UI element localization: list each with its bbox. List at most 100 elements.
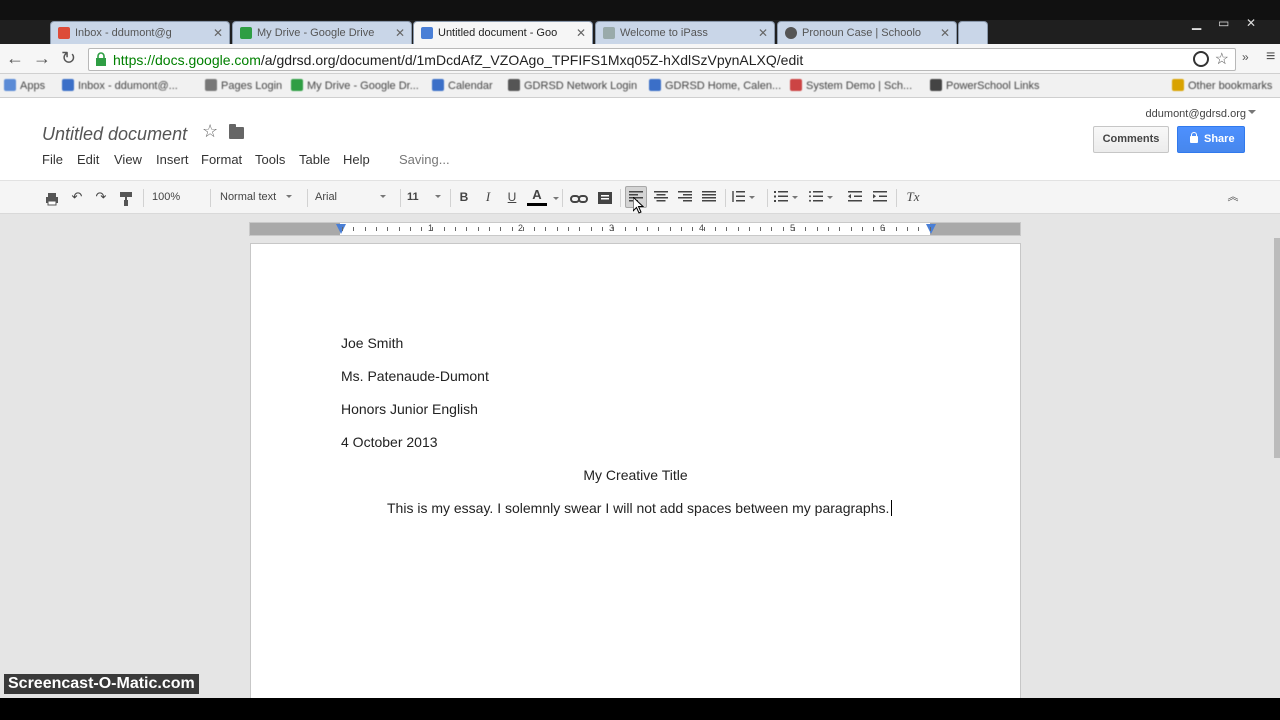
bookmark-item[interactable]: Inbox - ddumont@... [62,79,178,92]
maximize-icon[interactable]: ▭ [1218,16,1229,30]
ruler-tick [681,227,682,231]
menu-icon[interactable]: ≡ [1266,48,1275,66]
close-icon[interactable]: ✕ [213,26,223,40]
menu-insert[interactable]: Insert [156,152,189,167]
reload-icon[interactable]: ↻ [61,48,76,69]
tab-pronoun-case[interactable]: Pronoun Case | Schoolo ✕ [777,21,957,44]
bookmark-item[interactable]: GDRSD Home, Calen... [649,79,781,92]
address-bar[interactable]: https://docs.google.com/a/gdrsd.org/docu… [88,48,1236,71]
bookmark-item[interactable]: System Demo | Sch... [790,79,912,92]
ruler-tick [511,227,513,231]
link-icon[interactable] [570,189,588,209]
screen: Inbox - ddumont@g ✕ My Drive - Google Dr… [0,0,1280,720]
italic-button[interactable]: I [480,187,496,207]
ruler-tick [839,227,841,231]
line-spacing-button[interactable] [731,187,763,207]
menu-edit[interactable]: Edit [77,152,99,167]
align-right-button[interactable] [676,187,694,207]
align-center-button[interactable] [652,187,670,207]
account-email[interactable]: ddumont@gdrsd.org [1146,108,1246,120]
tab-inbox[interactable]: Inbox - ddumont@g ✕ [50,21,230,44]
forward-arrow-icon[interactable]: → [33,48,51,69]
bold-button[interactable]: B [456,187,472,207]
heading-teacher-name[interactable]: Ms. Patenaude-Dumont [341,368,489,384]
vertical-scrollbar[interactable] [1274,238,1280,458]
numbered-list-icon [774,191,788,202]
text-color-button[interactable]: A [529,185,545,205]
share-button[interactable]: Share [1177,126,1245,153]
close-icon[interactable]: ✕ [576,26,586,40]
essay-title[interactable]: My Creative Title [251,467,1020,483]
back-arrow-icon[interactable]: ← [6,48,24,69]
redo-icon[interactable]: ↷ [92,187,110,207]
folder-icon [1172,79,1184,91]
ruler-tick [658,227,660,231]
document-title[interactable]: Untitled document [42,124,187,145]
essay-body[interactable]: This is my essay. I solemnly swear I wil… [387,500,893,516]
tab-label: Welcome to iPass [620,27,708,39]
new-tab-button[interactable] [958,21,988,44]
bookmark-item[interactable]: PowerSchool Links [930,79,1040,92]
menu-format[interactable]: Format [201,152,242,167]
gmail-icon [62,79,74,91]
close-icon[interactable]: ✕ [758,26,768,40]
folder-icon[interactable] [229,124,244,139]
ruler[interactable]: 1 2 3 4 5 6 [249,222,1021,236]
decrease-indent-button[interactable] [846,187,864,207]
extension-icon[interactable] [1193,51,1209,67]
chevron-down-icon [749,196,755,199]
bookmark-item[interactable]: Apps [4,79,45,92]
close-window-icon[interactable]: ✕ [1246,16,1256,30]
close-icon[interactable]: ✕ [395,26,405,40]
comment-icon[interactable] [597,189,613,209]
heading-student-name[interactable]: Joe Smith [341,335,403,351]
url-host: https://docs.google.com [113,52,261,68]
underline-button[interactable]: U [504,187,520,207]
zoom-select[interactable]: 100% [152,187,204,218]
collapse-chevron-icon[interactable]: ︽ [1224,187,1242,207]
mouse-pointer-icon [633,197,644,214]
menu-table[interactable]: Table [299,152,330,167]
apps-icon [4,79,16,91]
justify-button[interactable] [700,187,718,207]
chevron-down-icon[interactable] [1248,110,1256,114]
network-icon [508,79,520,91]
ruler-right-margin [930,223,1020,235]
tab-label: Inbox - ddumont@g [75,27,172,39]
heading-date[interactable]: 4 October 2013 [341,434,438,450]
tab-ipass[interactable]: Welcome to iPass ✕ [595,21,775,44]
heading-course[interactable]: Honors Junior English [341,401,478,417]
clear-formatting-button[interactable]: Tx [903,187,923,207]
undo-icon[interactable]: ↶ [68,187,86,207]
font-size-select[interactable]: 11 [407,187,445,207]
menu-file[interactable]: File [42,152,63,167]
minimize-icon[interactable]: ▁ [1192,16,1201,30]
print-icon[interactable] [44,189,60,209]
bookmark-item[interactable]: Other bookmarks [1172,79,1272,92]
tab-drive[interactable]: My Drive - Google Drive ✕ [232,21,412,44]
paint-format-icon[interactable] [119,189,133,209]
bookmark-item[interactable]: Pages Login [205,79,282,92]
document-page[interactable]: Joe Smith Ms. Patenaude-Dumont Honors Ju… [250,243,1021,713]
font-select[interactable]: Arial [315,187,395,207]
close-icon[interactable]: ✕ [940,26,950,40]
menu-view[interactable]: View [114,152,142,167]
bookmark-item[interactable]: Calendar [432,79,493,92]
tab-untitled-document[interactable]: Untitled document - Goo ✕ [413,21,593,44]
bulleted-list-button[interactable] [809,187,841,207]
ruler-tick [703,227,705,231]
star-icon[interactable]: ☆ [202,121,218,142]
menu-tools[interactable]: Tools [255,152,285,167]
overflow-chevron-icon[interactable]: » [1242,50,1249,64]
chevron-down-icon[interactable] [553,197,559,200]
bookmark-item[interactable]: GDRSD Network Login [508,79,637,92]
numbered-list-button[interactable] [774,187,804,207]
bookmark-star-icon[interactable]: ☆ [1215,49,1229,69]
url-path: /a/gdrsd.org/document/d/1mDcdAfZ_VZOAgo_… [260,52,804,68]
align-center-icon [654,191,668,202]
comments-button[interactable]: Comments [1093,126,1169,153]
menu-help[interactable]: Help [343,152,370,167]
paragraph-style-select[interactable]: Normal text [220,187,302,207]
bookmark-item[interactable]: My Drive - Google Dr... [291,79,419,92]
increase-indent-button[interactable] [871,187,889,207]
